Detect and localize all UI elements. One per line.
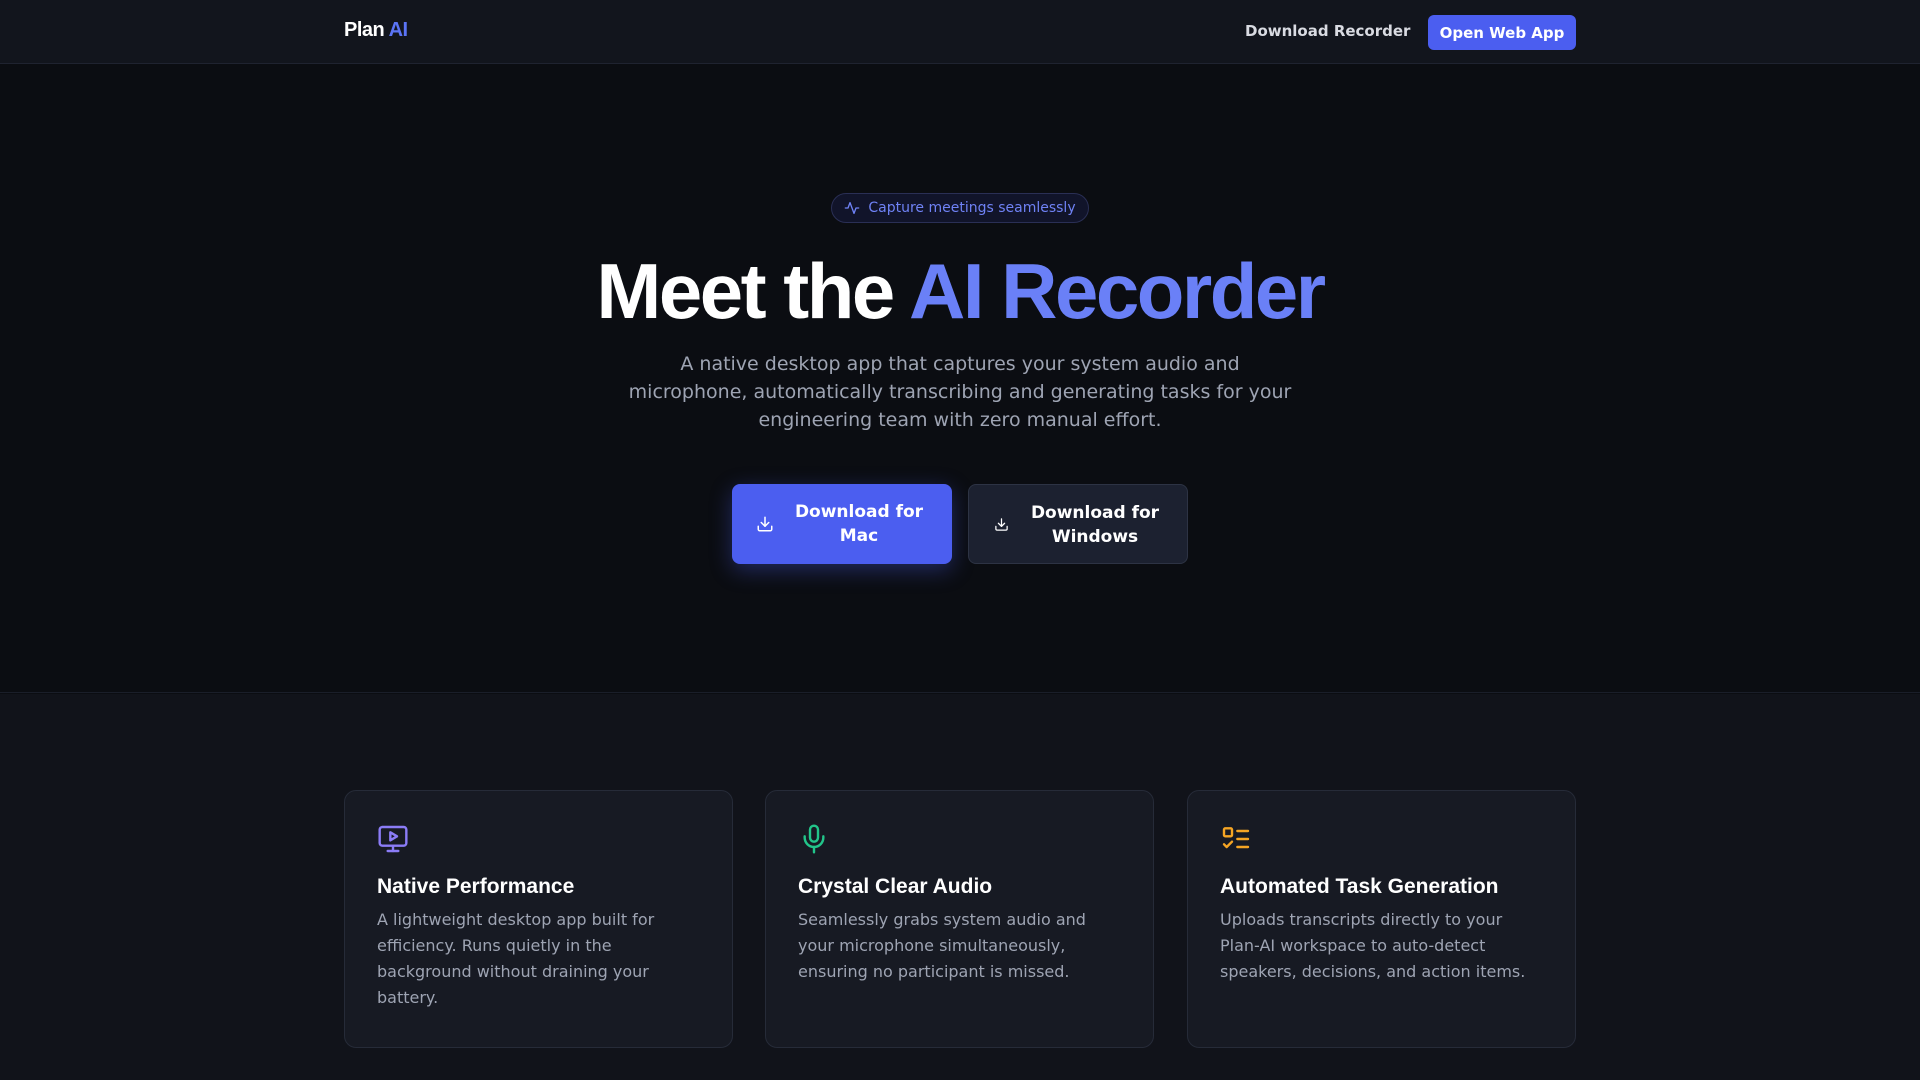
feature-description: A lightweight desktop app built for effi… <box>377 910 655 1007</box>
download-icon <box>995 518 1008 531</box>
open-web-app-button[interactable]: Open Web App <box>1428 15 1576 50</box>
feature-description: Uploads transcripts directly to your Pla… <box>1220 910 1526 981</box>
top-nav: Plan AI Download Recorder Open Web App <box>0 0 1920 64</box>
microphone-icon <box>803 824 825 854</box>
hero-badge: Capture meetings seamlessly <box>831 193 1089 223</box>
download-recorder-link[interactable]: Download Recorder <box>1245 22 1410 40</box>
feature-description: Seamlessly grabs system audio and your m… <box>798 910 1086 981</box>
download-mac-label: Download for Mac <box>794 502 924 546</box>
feature-card-automated-task-generation: Automated Task Generation Uploads transc… <box>1187 790 1576 1048</box>
activity-icon <box>845 202 860 214</box>
hero-title-accent: AI Recorder <box>909 247 1326 335</box>
download-icon <box>757 516 773 532</box>
feature-title: Crystal Clear Audio <box>798 875 993 898</box>
logo[interactable]: Plan AI <box>344 19 408 42</box>
logo-accent: AI <box>388 19 409 41</box>
hero-section: Capture meetings seamlessly Meet the AI … <box>0 65 1920 693</box>
task-list-icon <box>1222 827 1250 849</box>
feature-card-crystal-clear-audio: Crystal Clear Audio Seamlessly grabs sys… <box>765 790 1154 1048</box>
monitor-play-icon <box>378 825 408 853</box>
feature-title: Native Performance <box>377 875 575 898</box>
hero-badge-label: Capture meetings seamlessly <box>868 200 1076 216</box>
features-section: Native Performance A lightweight desktop… <box>0 694 1920 1080</box>
hero-title: Meet the AI Recorder <box>0 245 1920 339</box>
feature-card-native-performance: Native Performance A lightweight desktop… <box>344 790 733 1048</box>
feature-title: Automated Task Generation <box>1220 875 1499 898</box>
download-mac-button[interactable]: Download for Mac <box>732 484 952 564</box>
download-windows-button[interactable]: Download for Windows <box>968 484 1188 564</box>
download-windows-label: Download for Windows <box>1030 503 1160 547</box>
logo-text: Plan <box>344 19 385 41</box>
hero-title-main: Meet the <box>596 247 909 335</box>
hero-subtitle: A native desktop app that captures your … <box>628 353 1292 431</box>
